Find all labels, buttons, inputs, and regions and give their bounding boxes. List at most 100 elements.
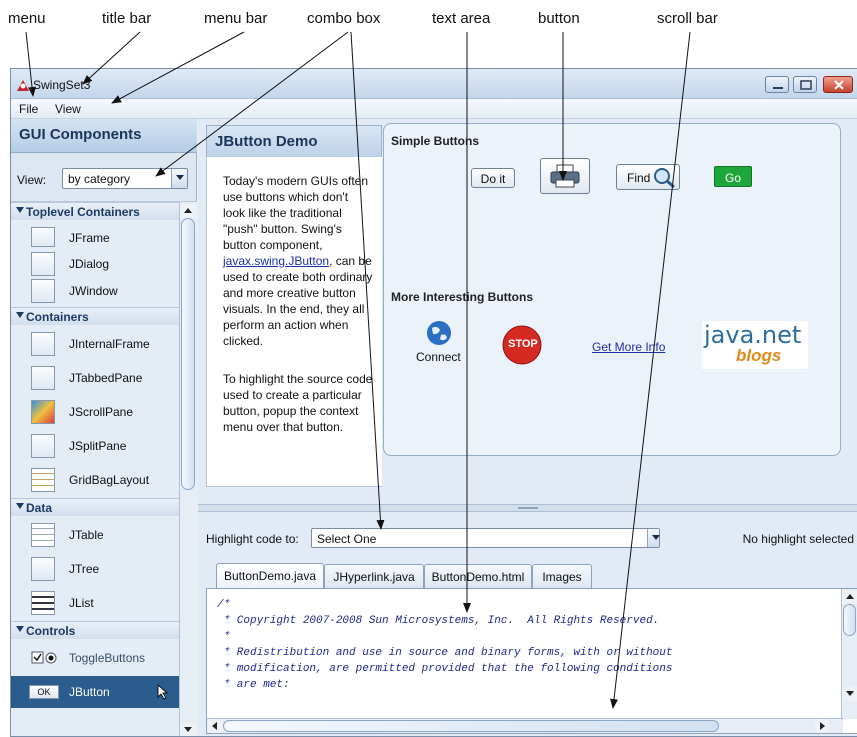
javanet-logo-text: java.net [704,321,802,349]
tree-item-label: GridBagLayout [69,473,150,487]
blogs-logo-text: blogs [736,346,782,365]
category-toplevel-containers[interactable]: Toplevel Containers [11,202,179,220]
sidebar-scrollbar[interactable] [179,202,196,736]
do-it-button[interactable]: Do it [471,168,515,188]
code-line: * Copyright 2007-2008 Sun Microsystems, … [217,615,660,627]
code-line: * [217,631,231,643]
highlight-combo-box[interactable]: Select One [311,528,660,548]
scroll-right-icon[interactable] [815,719,829,733]
callout-text-area: text area [432,10,491,27]
description-paragraph-2: To highlight the source code used to cre… [223,372,373,434]
find-button[interactable]: Find [616,164,680,190]
chevron-down-icon[interactable] [171,169,187,188]
tree-item-label: JScrollPane [69,405,134,419]
callout-scroll-bar: scroll bar [657,10,718,27]
tree-item-label: JDialog [69,257,110,271]
tree-item-jinternalframe[interactable]: JInternalFrame [11,328,179,360]
view-label: View: [17,173,47,187]
tab-buttondemo-html[interactable]: ButtonDemo.html [424,564,532,588]
buttons-panel: Simple Buttons Do it Find Go More Intere… [383,123,841,456]
tree-item-jwindow[interactable]: JWindow [11,275,179,307]
code-horizontal-scrollbar[interactable] [207,718,843,733]
tab-images[interactable]: Images [532,564,592,588]
tree-item-jscrollpane[interactable]: JScrollPane [11,396,179,428]
globe-icon [427,321,451,345]
code-viewer: Highlight code to: Select One No highlig… [198,512,857,736]
tree-item-label: JFrame [69,231,110,245]
description-paragraph-1: Today's modern GUIs often use buttons wh… [223,173,373,349]
close-button[interactable] [823,76,853,93]
menu-file[interactable]: File [19,102,38,116]
internal-frame-icon [31,332,55,356]
source-text-area[interactable]: /* * Copyright 2007-2008 Sun Microsystem… [206,588,857,734]
stop-label: STOP [508,338,538,350]
tree-item-label: JInternalFrame [69,337,150,351]
split-pane-divider[interactable] [198,504,857,512]
minimize-button[interactable] [765,76,789,93]
code-vertical-scrollbar[interactable] [841,589,857,719]
category-controls[interactable]: Controls [11,621,179,639]
category-data[interactable]: Data [11,498,179,516]
printer-icon [550,164,580,188]
scroll-pane-icon [31,400,55,424]
category-containers[interactable]: Containers [11,307,179,325]
tree-icon [31,557,55,581]
java-net-blogs-button[interactable]: java.net blogs [702,321,808,369]
expand-triangle-icon [16,626,24,632]
tree-item-label: JWindow [69,284,118,298]
sidebar-title-bar: GUI Components [11,119,197,153]
checkbox-radio-icon [31,651,57,664]
tree-item-label: JTabbedPane [69,371,143,385]
mouse-pointer-icon [157,684,169,700]
highlight-status: No highlight selected [742,532,854,546]
jbutton-doc-link[interactable]: javax.swing.JButton [223,254,329,268]
demo-description: Today's modern GUIs often use buttons wh… [206,157,382,487]
tree-item-label: JButton [69,685,110,699]
tree-item-jtabbedpane[interactable]: JTabbedPane [11,362,179,394]
get-more-info-link[interactable]: Get More Info [592,340,665,354]
expand-triangle-icon [16,503,24,509]
menu-bar: File View [11,99,857,119]
minimize-icon [773,87,783,89]
tree-item-jtable[interactable]: JTable [11,519,179,551]
go-button[interactable]: Go [714,166,752,187]
scroll-down-icon[interactable] [180,723,196,736]
frame-icon [31,227,55,247]
tree-item-gridbaglayout[interactable]: GridBagLayout [11,464,179,496]
duke-icon [17,80,29,91]
code-line: * Redistribution and use in source and b… [217,647,673,659]
list-icon [31,591,55,615]
app-window: SwingSet3 File View GUI Components View:… [10,68,857,737]
callout-menu: menu [8,10,46,27]
code-horizontal-thumb[interactable] [223,720,719,732]
code-vertical-thumb[interactable] [843,604,856,636]
menu-view[interactable]: View [55,102,81,116]
tree-item-togglebuttons[interactable]: ToggleButtons [11,642,179,674]
tab-jhyperlink-java[interactable]: JHyperlink.java [324,564,424,588]
scroll-up-icon[interactable] [842,590,857,604]
category-label: Data [26,501,53,515]
scroll-left-icon[interactable] [208,719,222,733]
tree-item-label: JSplitPane [69,439,127,453]
tree-item-jlist[interactable]: JList [11,587,179,619]
chevron-down-icon[interactable] [647,529,660,547]
connect-button[interactable]: Connect [416,320,464,370]
tab-buttondemo-java[interactable]: ButtonDemo.java [216,563,324,588]
maximize-button[interactable] [793,76,817,93]
sidebar-scroll-thumb[interactable] [181,218,195,490]
tree-item-jsplitpane[interactable]: JSplitPane [11,430,179,462]
category-label: Containers [26,310,89,324]
source-code[interactable]: /* * Copyright 2007-2008 Sun Microsystem… [217,597,672,693]
scroll-up-icon[interactable] [180,204,196,218]
tree-item-label: ToggleButtons [69,651,146,665]
tree-item-jbutton[interactable]: OK JButton [11,676,179,708]
title-bar[interactable]: SwingSet3 [11,69,857,99]
tree-item-jtree[interactable]: JTree [11,553,179,585]
callout-title-bar: title bar [102,10,152,27]
print-button[interactable] [540,158,590,194]
stop-button[interactable]: STOP [502,325,542,365]
highlight-combo-value: Select One [317,532,377,546]
view-combo-box[interactable]: by category [62,168,188,189]
callout-button: button [538,10,580,27]
scroll-down-icon[interactable] [842,687,857,701]
